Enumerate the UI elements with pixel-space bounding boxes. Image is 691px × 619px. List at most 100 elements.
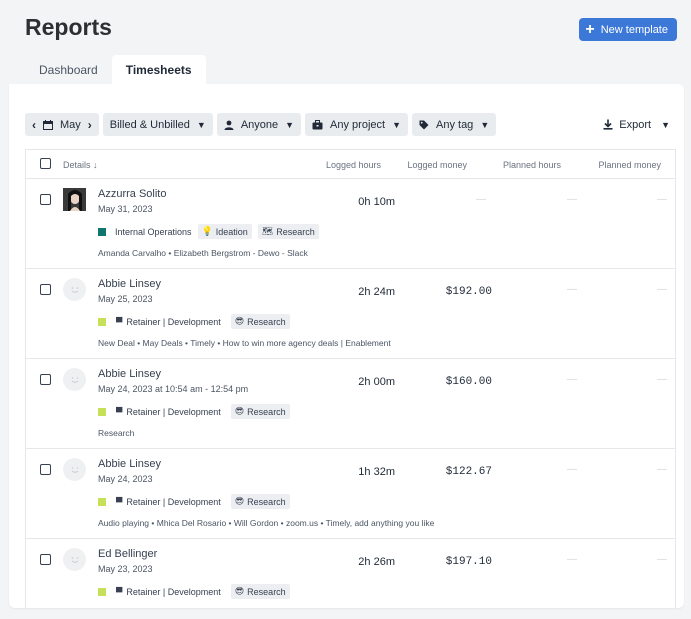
tab-dashboard[interactable]: Dashboard bbox=[25, 55, 112, 84]
export-button[interactable]: Export ▼ bbox=[603, 113, 674, 136]
new-template-button[interactable]: + New template bbox=[579, 18, 677, 41]
caret-down-icon: ▼ bbox=[196, 119, 206, 130]
entry-description: Amanda Carvalho • Elizabeth Bergstrom - … bbox=[98, 248, 308, 258]
tab-timesheets[interactable]: Timesheets bbox=[111, 55, 206, 84]
row-checkbox[interactable] bbox=[40, 284, 51, 295]
project-and-tags: Internal Operations 💡 Ideation 🗺 Researc… bbox=[98, 224, 319, 239]
person-name: Ed Bellinger bbox=[98, 548, 158, 560]
project: ▀ Retainer | Development bbox=[98, 407, 221, 417]
project-color-swatch bbox=[98, 317, 106, 326]
caret-down-icon: ▼ bbox=[285, 119, 295, 130]
planned-hours-empty: — bbox=[567, 464, 577, 475]
select-all-checkbox[interactable] bbox=[40, 158, 51, 169]
entry-date: May 24, 2023 at 10:54 am - 12:54 pm bbox=[98, 384, 249, 394]
tag-filter[interactable]: Any tag ▼ bbox=[412, 113, 497, 136]
table-row[interactable]: Abbie Linsey May 24, 2023 at 10:54 am - … bbox=[26, 359, 675, 449]
logged-money-empty: — bbox=[476, 194, 486, 205]
person-icon bbox=[224, 120, 234, 130]
tag-research[interactable]: 🗺 Research bbox=[257, 224, 319, 239]
person-name: Abbie Linsey bbox=[98, 368, 161, 380]
chevron-right-icon[interactable]: › bbox=[88, 118, 92, 132]
row-checkbox[interactable] bbox=[40, 464, 51, 475]
row-checkbox[interactable] bbox=[40, 374, 51, 385]
caret-down-icon: ▼ bbox=[480, 119, 490, 130]
project-name: Internal Operations bbox=[115, 226, 192, 237]
person-name: Abbie Linsey bbox=[98, 278, 161, 290]
caret-down-icon: ▼ bbox=[661, 119, 670, 130]
tag-research[interactable]: 😎 Research bbox=[230, 314, 290, 329]
sunglasses-icon: 😎 bbox=[234, 586, 245, 596]
logged-money: $160.00 bbox=[445, 376, 492, 388]
smiley-icon bbox=[71, 466, 78, 473]
period-filter: ‹ May › bbox=[25, 113, 99, 136]
table-header: Details ↓ Logged hours Logged money Plan… bbox=[26, 150, 675, 179]
project-filter[interactable]: Any project ▼ bbox=[305, 113, 408, 136]
laptop-icon: ▀ bbox=[116, 586, 123, 597]
details-column-header[interactable]: Details ↓ bbox=[63, 160, 98, 170]
timesheets-panel: ‹ May › Billed & Unbilled ▼ Anyone ▼ Any… bbox=[9, 84, 684, 608]
project-filter-label: Any project bbox=[330, 118, 386, 131]
billing-filter[interactable]: Billed & Unbilled ▼ bbox=[102, 113, 213, 136]
planned-money-empty: — bbox=[657, 194, 667, 205]
planned-hours-empty: — bbox=[567, 284, 577, 295]
smiley-icon bbox=[71, 286, 78, 293]
user-photo-icon bbox=[63, 188, 86, 211]
project: Internal Operations bbox=[98, 227, 192, 237]
avatar bbox=[63, 278, 86, 301]
logged-hours: 0h 10m bbox=[358, 196, 395, 208]
avatar bbox=[63, 548, 86, 571]
table-row[interactable]: Azzurra Solito May 31, 2023 Internal Ope… bbox=[26, 179, 675, 269]
person-filter-label: Anyone bbox=[240, 118, 279, 131]
project-and-tags: ▀ Retainer | Development 😎 Research bbox=[98, 404, 290, 419]
period-label[interactable]: May bbox=[60, 119, 81, 131]
planned-money-empty: — bbox=[657, 554, 667, 565]
chevron-left-icon[interactable]: ‹ bbox=[32, 118, 36, 132]
tag-research[interactable]: 😎 Research bbox=[230, 404, 290, 419]
timesheets-table: Details ↓ Logged hours Logged money Plan… bbox=[25, 149, 676, 608]
smiley-icon bbox=[71, 376, 78, 383]
logged-money-header[interactable]: Logged money bbox=[407, 160, 467, 170]
table-row[interactable]: Ed Bellinger May 23, 2023 ▀ Retainer | D… bbox=[26, 539, 675, 608]
report-tabs: Dashboard Timesheets bbox=[25, 55, 206, 84]
tag-research[interactable]: 😎 Research bbox=[230, 584, 290, 599]
laptop-icon: ▀ bbox=[116, 406, 123, 417]
plus-icon: + bbox=[585, 20, 595, 38]
project-color-swatch bbox=[98, 227, 106, 236]
avatar bbox=[63, 368, 86, 391]
laptop-icon: ▀ bbox=[116, 316, 123, 327]
new-template-label: New template bbox=[600, 23, 668, 36]
logged-money: $122.67 bbox=[445, 466, 492, 478]
tag-filter-label: Any tag bbox=[436, 118, 474, 131]
tag-icon bbox=[419, 120, 429, 129]
table-row[interactable]: Abbie Linsey May 25, 2023 ▀ Retainer | D… bbox=[26, 269, 675, 359]
person-name: Abbie Linsey bbox=[98, 458, 161, 470]
entry-date: May 25, 2023 bbox=[98, 294, 153, 304]
row-checkbox[interactable] bbox=[40, 554, 51, 565]
sunglasses-icon: 😎 bbox=[234, 406, 245, 416]
planned-money-header[interactable]: Planned money bbox=[598, 160, 661, 170]
tag-research[interactable]: 😎 Research bbox=[230, 494, 290, 509]
person-filter[interactable]: Anyone ▼ bbox=[216, 113, 302, 136]
logged-hours-header[interactable]: Logged hours bbox=[326, 160, 381, 170]
planned-hours-empty: — bbox=[567, 194, 577, 205]
table-row[interactable]: Abbie Linsey May 24, 2023 ▀ Retainer | D… bbox=[26, 449, 675, 539]
project-name: Retainer | Development bbox=[126, 406, 221, 417]
tag-ideation[interactable]: 💡 Ideation bbox=[197, 224, 252, 239]
project-name: Retainer | Development bbox=[126, 496, 221, 507]
entry-description: New Deal • May Deals • Timely • How to w… bbox=[98, 338, 391, 348]
calendar-icon bbox=[43, 119, 53, 130]
page-title: Reports bbox=[25, 14, 112, 40]
billing-filter-label: Billed & Unbilled bbox=[109, 118, 190, 131]
row-checkbox[interactable] bbox=[40, 194, 51, 205]
project-color-swatch bbox=[98, 407, 106, 416]
sunglasses-icon: 😎 bbox=[234, 316, 245, 326]
planned-hours-empty: — bbox=[567, 374, 577, 385]
logged-hours: 2h 26m bbox=[358, 556, 395, 568]
project-and-tags: ▀ Retainer | Development 😎 Research bbox=[98, 314, 290, 329]
planned-money-empty: — bbox=[657, 464, 667, 475]
planned-hours-header[interactable]: Planned hours bbox=[503, 160, 561, 170]
entry-description: Research bbox=[98, 428, 135, 438]
project-name: Retainer | Development bbox=[126, 316, 221, 327]
download-icon bbox=[603, 119, 613, 130]
planned-money-empty: — bbox=[657, 374, 667, 385]
